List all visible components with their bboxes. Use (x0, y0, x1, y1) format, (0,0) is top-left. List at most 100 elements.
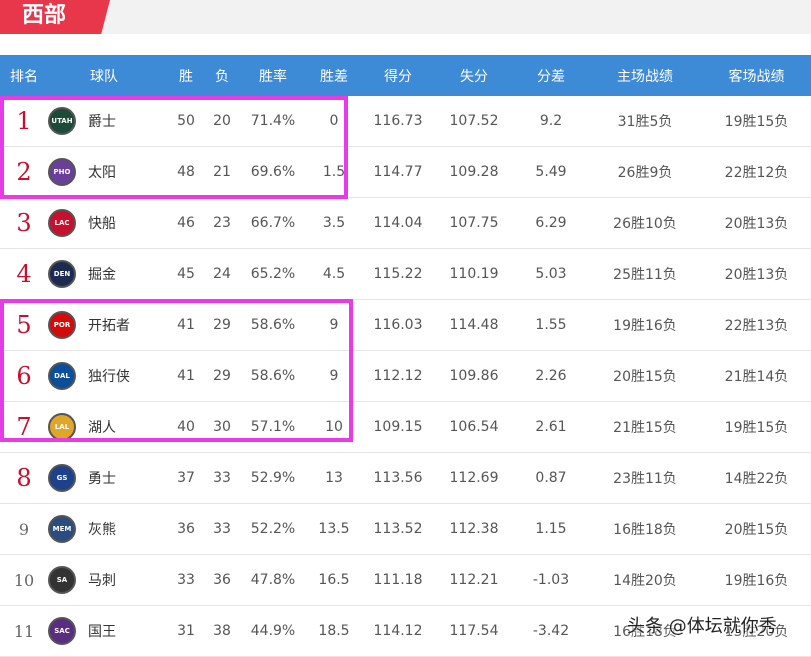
table-row[interactable]: 5 POR 开拓者 41 29 58.6% 9 116.03 114.48 1.… (0, 300, 811, 351)
win-pct-cell: 71.4% (250, 113, 296, 129)
rank-number: 1 (16, 107, 32, 135)
win-pct-cell: 65.2% (250, 266, 296, 282)
games-behind-cell: 0 (329, 113, 339, 129)
losses-cell: 36 (213, 572, 231, 588)
games-behind-cell: 13.5 (318, 521, 350, 537)
team-name[interactable]: 爵士 (88, 111, 116, 131)
table-row[interactable]: 3 LAC 快船 46 23 66.7% 3.5 114.04 107.75 6… (0, 198, 811, 249)
standings-table: 排名 球队 胜 负 胜率 胜差 得分 失分 分差 主场战绩 客场战绩 1 UTA… (0, 55, 811, 657)
points-against-cell: 112.21 (449, 572, 499, 588)
wins-cell: 33 (177, 572, 195, 588)
games-behind-cell: 18.5 (318, 623, 350, 639)
games-behind-cell: 4.5 (322, 266, 346, 282)
point-diff-cell: 5.03 (535, 266, 567, 282)
col-team: 球队 (90, 68, 118, 85)
wins-cell: 48 (177, 164, 195, 180)
rank-cell: 2 (0, 158, 48, 186)
watermark: 头条 @体坛就你秀 (627, 616, 777, 637)
rank-cell: 11 (0, 622, 48, 641)
away-record-cell: 20胜13负 (724, 267, 789, 283)
team-cell[interactable]: DAL 独行侠 (48, 362, 168, 390)
games-behind-cell: 3.5 (322, 215, 346, 231)
table-row[interactable]: 8 GS 勇士 37 33 52.9% 13 113.56 112.69 0.8… (0, 453, 811, 504)
wins-cell: 31 (177, 623, 195, 639)
away-record-cell: 20胜15负 (724, 522, 789, 538)
points-against-cell: 109.86 (449, 368, 499, 384)
losses-cell: 23 (213, 215, 231, 231)
table-row[interactable]: 1 UTAH 爵士 50 20 71.4% 0 116.73 107.52 9.… (0, 96, 811, 147)
team-name[interactable]: 掘金 (88, 264, 116, 284)
win-pct-cell: 58.6% (250, 317, 296, 333)
games-behind-cell: 1.5 (322, 164, 346, 180)
away-record-cell: 19胜15负 (724, 114, 789, 130)
team-cell[interactable]: SA 马刺 (48, 566, 168, 594)
team-cell[interactable]: UTAH 爵士 (48, 107, 168, 135)
team-name[interactable]: 开拓者 (88, 315, 130, 335)
table-row[interactable]: 10 SA 马刺 33 36 47.8% 16.5 111.18 112.21 … (0, 555, 811, 606)
table-row[interactable]: 7 LAL 湖人 40 30 57.1% 10 109.15 106.54 2.… (0, 402, 811, 453)
win-pct-cell: 47.8% (250, 572, 296, 588)
points-for-cell: 113.52 (373, 521, 423, 537)
points-against-cell: 107.52 (449, 113, 499, 129)
points-for-cell: 116.03 (373, 317, 423, 333)
away-record-cell: 14胜22负 (724, 471, 789, 487)
point-diff-cell: 9.2 (539, 113, 563, 129)
conference-title: 西部 (22, 3, 67, 28)
points-for-cell: 111.18 (373, 572, 423, 588)
table-row[interactable]: 4 DEN 掘金 45 24 65.2% 4.5 115.22 110.19 5… (0, 249, 811, 300)
losses-cell: 38 (213, 623, 231, 639)
away-record-cell: 20胜13负 (724, 216, 789, 232)
games-behind-cell: 9 (329, 368, 339, 384)
team-cell[interactable]: LAL 湖人 (48, 413, 168, 441)
team-cell[interactable]: POR 开拓者 (48, 311, 168, 339)
wins-cell: 50 (177, 113, 195, 129)
home-record-cell: 14胜20负 (613, 573, 677, 589)
table-row[interactable]: 9 MEM 灰熊 36 33 52.2% 13.5 113.52 112.38 … (0, 504, 811, 555)
team-name[interactable]: 湖人 (88, 417, 116, 437)
table-row[interactable]: 2 PHO 太阳 48 21 69.6% 1.5 114.77 109.28 5… (0, 147, 811, 198)
losses-cell: 30 (213, 419, 231, 435)
away-record-cell: 22胜12负 (724, 165, 789, 181)
wins-cell: 36 (177, 521, 195, 537)
team-name[interactable]: 独行侠 (88, 366, 130, 386)
team-name[interactable]: 太阳 (88, 162, 116, 182)
points-for-cell: 114.77 (373, 164, 423, 180)
team-logo-icon: LAL (48, 413, 76, 441)
team-cell[interactable]: SAC 国王 (48, 617, 168, 645)
point-diff-cell: 2.61 (535, 419, 567, 435)
rank-number: 10 (13, 570, 35, 590)
home-record-cell: 26胜10负 (613, 216, 677, 232)
away-record-cell: 22胜13负 (724, 318, 789, 334)
losses-cell: 29 (213, 317, 231, 333)
rank-number: 4 (16, 260, 32, 288)
col-losses: 负 (215, 68, 229, 85)
team-cell[interactable]: GS 勇士 (48, 464, 168, 492)
team-name[interactable]: 马刺 (88, 570, 116, 590)
points-for-cell: 116.73 (373, 113, 423, 129)
points-for-cell: 109.15 (373, 419, 423, 435)
rank-cell: 7 (0, 413, 48, 441)
team-cell[interactable]: DEN 掘金 (48, 260, 168, 288)
team-name[interactable]: 灰熊 (88, 519, 116, 539)
point-diff-cell: 1.15 (535, 521, 567, 537)
col-points-against: 失分 (460, 68, 488, 85)
points-against-cell: 117.54 (449, 623, 499, 639)
table-row[interactable]: 6 DAL 独行侠 41 29 58.6% 9 112.12 109.86 2.… (0, 351, 811, 402)
top-bar: 西部 (0, 0, 811, 34)
rank-cell: 10 (0, 571, 48, 590)
win-pct-cell: 69.6% (250, 164, 296, 180)
win-pct-cell: 58.6% (250, 368, 296, 384)
team-logo-icon: MEM (48, 515, 76, 543)
games-behind-cell: 13 (325, 470, 343, 486)
points-for-cell: 115.22 (373, 266, 423, 282)
team-cell[interactable]: PHO 太阳 (48, 158, 168, 186)
win-pct-cell: 66.7% (250, 215, 296, 231)
team-name[interactable]: 快船 (88, 213, 116, 233)
losses-cell: 33 (213, 470, 231, 486)
team-name[interactable]: 勇士 (88, 468, 116, 488)
rank-number: 6 (16, 362, 32, 390)
team-cell[interactable]: MEM 灰熊 (48, 515, 168, 543)
team-name[interactable]: 国王 (88, 621, 116, 641)
team-logo-icon: GS (48, 464, 76, 492)
team-cell[interactable]: LAC 快船 (48, 209, 168, 237)
